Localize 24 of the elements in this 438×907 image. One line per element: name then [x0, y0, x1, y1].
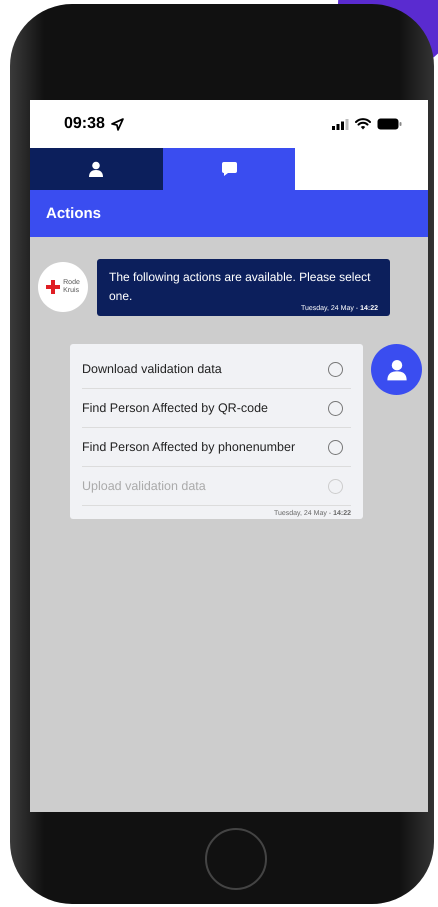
nav-tab[interactable]: [162, 148, 296, 190]
nav-tab[interactable]: [30, 148, 163, 190]
signal-icon: [332, 118, 349, 130]
option-item[interactable]: Download validation data: [82, 350, 351, 390]
status-time: 09:38: [64, 115, 105, 133]
radio-button[interactable]: [328, 440, 343, 455]
radio-button[interactable]: [328, 362, 343, 377]
cross-icon: [46, 280, 60, 294]
home-button[interactable]: [205, 828, 267, 890]
location-arrow-icon: [110, 118, 124, 130]
battery-icon: [377, 118, 402, 130]
chat-bubble-icon: [220, 161, 238, 177]
radio-button[interactable]: [328, 400, 343, 416]
option-label: Find Person Affected by QR-code: [82, 401, 268, 416]
option-label: Download validation data: [82, 362, 222, 376]
option-label: Find Person Affected by phonenumber: [82, 440, 296, 454]
person-icon: [88, 161, 104, 177]
person-icon: [386, 358, 408, 381]
header-title: Actions: [46, 205, 102, 222]
option-item[interactable]: Find Person Affected by QR-code: [82, 389, 351, 428]
option-label: Upload validation data: [82, 479, 206, 494]
message-text: The following actions are available. Please select one.: [109, 269, 372, 304]
option-item[interactable]: Find Person Affected by phonenumber: [82, 428, 351, 468]
wifi-icon: [355, 118, 371, 130]
